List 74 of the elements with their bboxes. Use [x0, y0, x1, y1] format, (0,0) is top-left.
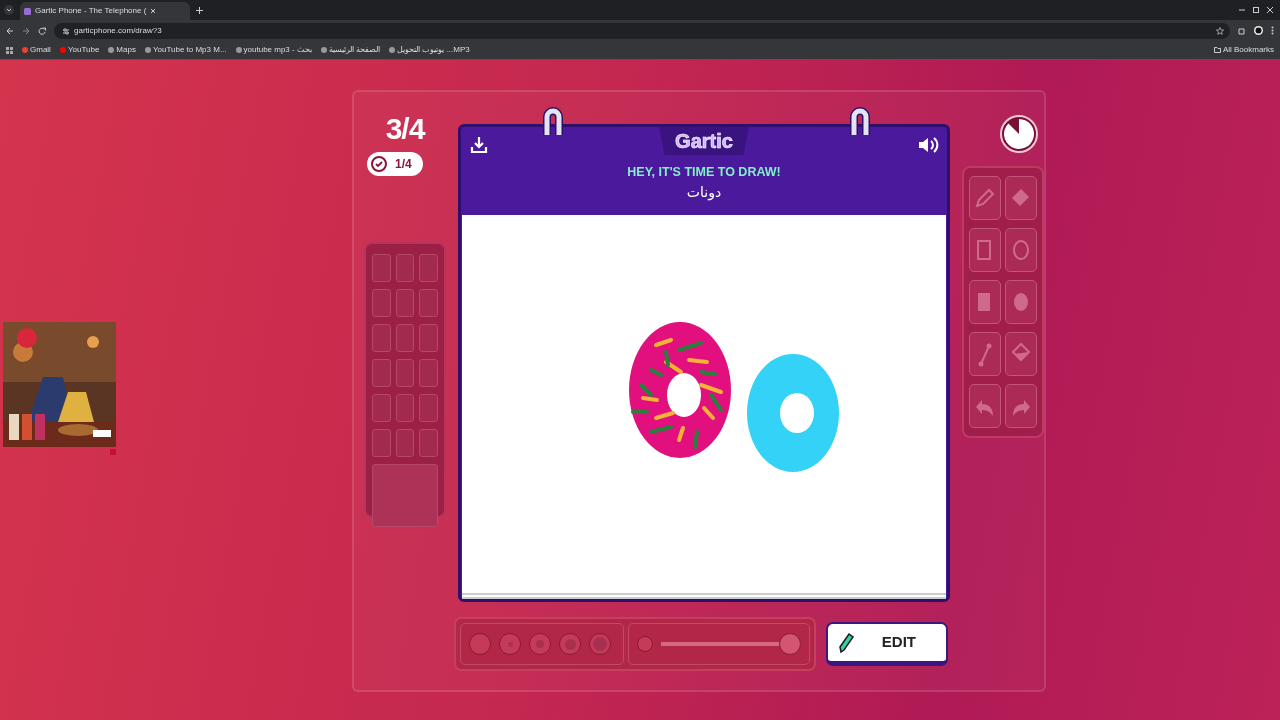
restore-icon[interactable]: [1252, 6, 1260, 14]
all-bookmarks-link[interactable]: All Bookmarks: [1213, 44, 1274, 56]
reload-icon[interactable]: [38, 26, 46, 35]
forward-icon[interactable]: [22, 26, 30, 35]
new-tab-icon[interactable]: [196, 6, 203, 14]
slider-thumb[interactable]: [779, 633, 801, 655]
color-swatch[interactable]: [395, 254, 415, 282]
color-swatch[interactable]: [419, 394, 438, 422]
volume-icon[interactable]: [917, 135, 939, 155]
close-icon[interactable]: [150, 8, 157, 14]
done-counter: 1/4: [367, 152, 423, 176]
timer-icon: [999, 114, 1039, 154]
brush-size-option[interactable]: [559, 633, 581, 655]
check-icon: [371, 156, 387, 172]
close-icon[interactable]: [1266, 6, 1274, 14]
color-swatch[interactable]: [372, 394, 391, 422]
bookmark-link[interactable]: YouTube to Mp3 M...: [144, 44, 227, 56]
prompt-word: دونات: [686, 182, 722, 203]
color-swatch[interactable]: [395, 289, 415, 317]
site-info-icon[interactable]: [62, 26, 70, 35]
back-icon[interactable]: [6, 26, 14, 35]
prompt-text: HEY, IT'S TIME TO DRAW!: [627, 164, 781, 181]
color-swatch[interactable]: [395, 359, 415, 387]
site-icon: [108, 47, 115, 53]
opacity-low-icon: [637, 636, 653, 652]
color-swatch[interactable]: [395, 429, 415, 457]
browser-tab[interactable]: Gartic Phone - The Telephone (: [20, 2, 190, 20]
color-swatch[interactable]: [395, 324, 415, 352]
minimize-icon[interactable]: [1238, 6, 1246, 14]
color-swatch[interactable]: [372, 324, 391, 352]
bookmark-link[interactable]: youtube mp3 - بحث: [235, 44, 312, 56]
avatar-icon[interactable]: [1254, 26, 1263, 35]
color-swatch[interactable]: [419, 359, 438, 387]
tab-list-icon[interactable]: [4, 5, 14, 15]
brush-size-option[interactable]: [589, 633, 611, 655]
extensions-icon[interactable]: [1238, 26, 1246, 35]
color-swatch[interactable]: [395, 394, 415, 422]
color-swatch[interactable]: [419, 429, 438, 457]
apps-icon[interactable]: [6, 46, 13, 54]
round-counter: 3/4: [384, 114, 426, 144]
brush-size-option[interactable]: [529, 633, 551, 655]
site-icon: [59, 47, 66, 53]
color-swatch[interactable]: [372, 429, 391, 457]
color-swatch[interactable]: [372, 289, 391, 317]
bookmark-link[interactable]: الصفحة الرئيسية: [320, 44, 381, 56]
site-icon: [235, 47, 242, 53]
color-swatch[interactable]: [372, 359, 391, 387]
brush-size-option[interactable]: [499, 633, 521, 655]
site-icon: [320, 47, 327, 53]
folder-icon: [1213, 47, 1221, 53]
bookmark-link[interactable]: Gmail: [22, 44, 51, 56]
address-bar[interactable]: garticphone.com/draw?3: [54, 22, 1230, 39]
ad-choices-icon[interactable]: [110, 449, 116, 455]
bookmark-link[interactable]: YouTube: [59, 44, 100, 56]
site-icon: [22, 47, 28, 53]
site-icon: [389, 47, 396, 53]
bookmark-link[interactable]: يوتيوب التحويل ...MP3: [389, 44, 470, 56]
star-icon[interactable]: [1216, 26, 1224, 35]
color-swatch[interactable]: [419, 289, 438, 317]
color-swatch[interactable]: [419, 324, 438, 352]
game-logo: Gartic: [659, 127, 749, 155]
drawing-canvas[interactable]: [462, 215, 946, 599]
custom-color-swatch[interactable]: [372, 464, 438, 527]
color-swatch[interactable]: [372, 254, 391, 282]
site-icon: [24, 7, 31, 15]
edit-button[interactable]: EDIT: [826, 622, 948, 666]
pencil-icon: [838, 631, 854, 654]
tab-title: Gartic Phone - The Telephone (: [35, 5, 147, 17]
brush-size-option[interactable]: [469, 633, 491, 655]
menu-icon[interactable]: [1271, 26, 1274, 35]
bookmark-link[interactable]: Maps: [108, 44, 136, 56]
site-icon: [144, 47, 151, 53]
color-swatch[interactable]: [419, 254, 438, 282]
download-icon[interactable]: [469, 135, 489, 155]
